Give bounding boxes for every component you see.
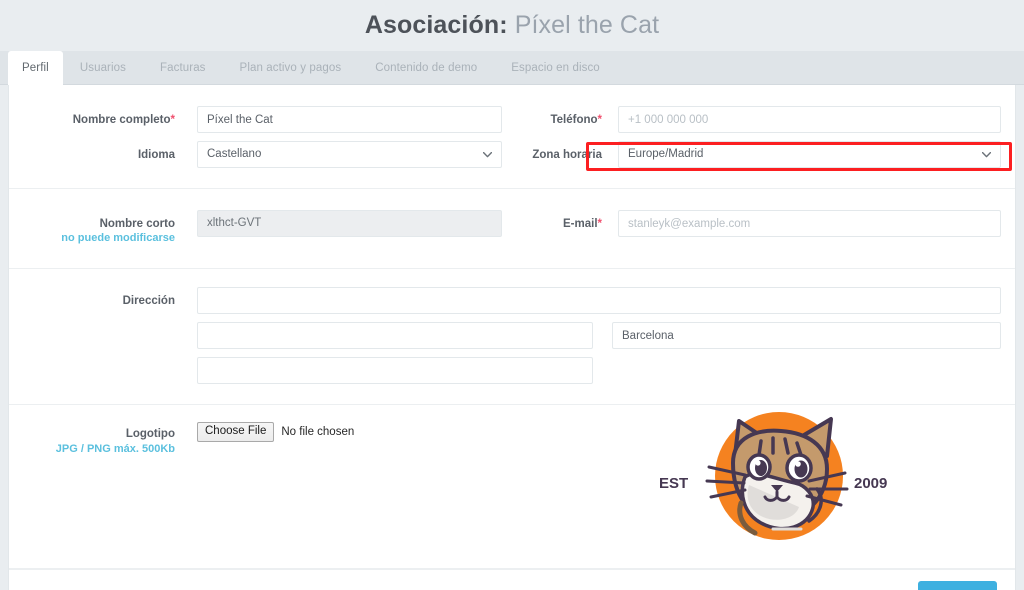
required-asterisk: * <box>597 218 602 230</box>
label-nombre-completo: Nombre completo* <box>9 106 175 127</box>
tab-label: Espacio en disco <box>511 61 600 74</box>
choose-file-button[interactable]: Choose File <box>197 422 275 443</box>
profile-card: Nombre completo* Teléfono* <box>8 85 1016 590</box>
direccion-city-input[interactable] <box>612 322 1001 350</box>
logotipo-file-picker[interactable]: Choose File No file chosen <box>197 420 355 443</box>
row-idioma-zona: Idioma Castellano Zona horaria Europe/Ma… <box>9 141 1015 168</box>
label-text: Nombre completo <box>72 114 171 126</box>
zona-horaria-selected-value: Europe/Madrid <box>628 148 704 160</box>
page-title-org: Píxel the Cat <box>514 11 660 39</box>
year-text: 2009 <box>854 475 887 492</box>
field-zona-horaria: Zona horaria Europe/Madrid <box>512 141 1015 168</box>
field-email: E-mail* <box>512 210 1015 237</box>
idioma-select[interactable]: Castellano <box>197 141 502 168</box>
tab-label: Plan activo y pagos <box>239 61 342 74</box>
save-button[interactable]: Guardar <box>917 581 997 590</box>
section-shortname-email: Nombre corto no puede modificarse xlthct… <box>9 189 1015 270</box>
page-title: Asociación: Píxel the Cat <box>365 11 659 40</box>
email-input[interactable] <box>618 210 1001 237</box>
direccion-line2-input[interactable] <box>197 322 593 350</box>
organization-logo: EST 2009 <box>649 411 909 541</box>
tab-contenido-de-demo[interactable]: Contenido de demo <box>358 51 494 84</box>
card-footer: Guardar <box>9 569 1015 590</box>
row-shortname-email: Nombre corto no puede modificarse xlthct… <box>9 210 1015 246</box>
telefono-input[interactable] <box>618 106 1001 133</box>
label-text: Dirección <box>122 295 175 308</box>
field-nombre-corto: Nombre corto no puede modificarse xlthct… <box>9 210 512 246</box>
tab-label: Usuarios <box>79 61 126 74</box>
row-direccion-line3 <box>9 357 1015 385</box>
tab-label: Contenido de demo <box>375 61 478 74</box>
chevron-down-icon <box>483 142 492 167</box>
label-text: Idioma <box>137 149 175 161</box>
required-asterisk: * <box>597 114 602 126</box>
label-text: Logotipo <box>125 428 175 441</box>
field-telefono: Teléfono* <box>512 106 1015 133</box>
tab-label: Facturas <box>160 61 206 74</box>
section-logotipo: Logotipo JPG / PNG máx. 500Kb Choose Fil… <box>9 405 1015 570</box>
zona-horaria-select[interactable]: Europe/Madrid <box>618 141 1001 168</box>
page-title-prefix: Asociación: <box>364 11 508 39</box>
required-asterisk: * <box>170 114 175 126</box>
direccion-line1-input[interactable] <box>197 287 1001 315</box>
row-direccion-line2-city <box>9 322 1015 350</box>
label-text: Zona horaria <box>532 149 602 161</box>
idioma-selected-value: Castellano <box>207 148 262 160</box>
tab-espacio-en-disco[interactable]: Espacio en disco <box>494 51 617 84</box>
field-idioma: Idioma Castellano <box>9 141 512 168</box>
tabs-bar: Perfil Usuarios Facturas Plan activo y p… <box>0 51 1024 85</box>
label-nombre-corto: Nombre corto no puede modificarse <box>9 210 175 246</box>
nombre-corto-hint: no puede modificarse <box>61 232 175 245</box>
label-telefono: Teléfono* <box>512 106 602 127</box>
tab-label: Perfil <box>22 62 49 74</box>
nombre-corto-readonly-value: xlthct-GVT <box>197 210 502 237</box>
section-identity: Nombre completo* Teléfono* <box>9 85 1015 189</box>
label-text: E-mail <box>563 218 598 230</box>
section-direccion: Dirección <box>9 269 1015 406</box>
row-direccion-line1: Dirección <box>9 287 1015 315</box>
tab-usuarios[interactable]: Usuarios <box>63 51 143 84</box>
row-name-phone: Nombre completo* Teléfono* <box>9 106 1015 133</box>
page-root: Asociación: Píxel the Cat Perfil Usuario… <box>0 0 1024 590</box>
tab-facturas[interactable]: Facturas <box>143 51 223 84</box>
tab-plan-activo-y-pagos[interactable]: Plan activo y pagos <box>223 51 359 84</box>
no-file-chosen-label: No file chosen <box>281 426 355 439</box>
label-logotipo: Logotipo JPG / PNG máx. 500Kb <box>9 420 175 456</box>
logotipo-hint: JPG / PNG máx. 500Kb <box>55 442 175 455</box>
label-email: E-mail* <box>512 210 602 231</box>
label-zona-horaria: Zona horaria <box>512 141 602 162</box>
label-idioma: Idioma <box>9 141 175 162</box>
est-text: EST <box>659 475 688 492</box>
label-direccion: Dirección <box>9 287 175 308</box>
tab-perfil[interactable]: Perfil <box>8 51 63 85</box>
chevron-down-icon <box>982 142 991 167</box>
field-nombre-completo: Nombre completo* <box>9 106 512 133</box>
page-header: Asociación: Píxel the Cat <box>0 0 1024 51</box>
label-text: Nombre corto <box>99 218 175 230</box>
direccion-line3-input[interactable] <box>197 357 593 385</box>
nombre-completo-input[interactable] <box>197 106 502 133</box>
label-text: Teléfono <box>550 114 598 126</box>
